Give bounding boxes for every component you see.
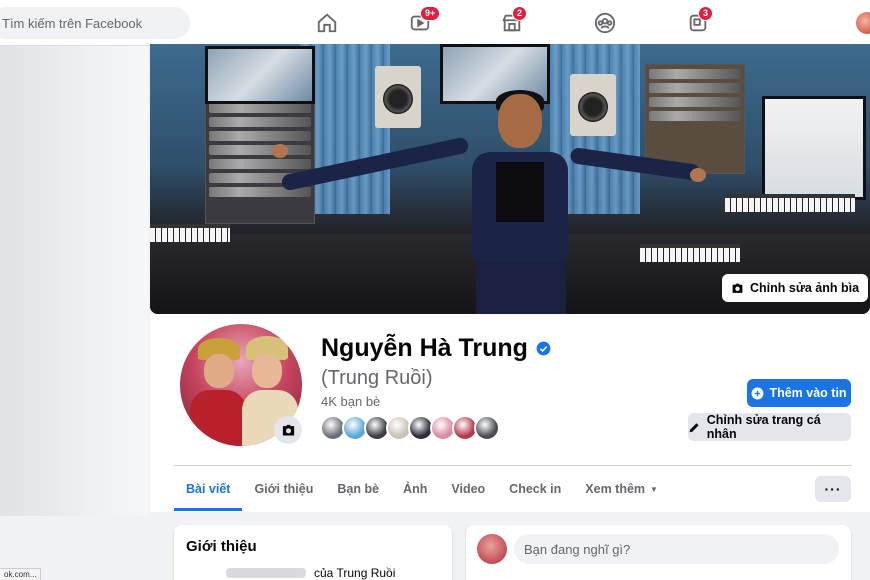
tab-label: Bài viết bbox=[186, 482, 231, 496]
profile-more-options-button[interactable]: ··· bbox=[815, 476, 851, 502]
marketplace-badge: 2 bbox=[512, 6, 528, 21]
caret-down-icon: ▼ bbox=[650, 484, 658, 494]
intro-title: Giới thiệu bbox=[186, 538, 257, 555]
tab-label: Video bbox=[451, 482, 486, 496]
camera-icon bbox=[732, 283, 743, 293]
profile-alternate-name: (Trung Ruồi) bbox=[321, 367, 433, 389]
profile-tabs: Bài viết Giới thiệu Bạn bè Ảnh Video Che… bbox=[174, 467, 670, 511]
more-options-icon: ··· bbox=[824, 481, 842, 497]
home-icon[interactable] bbox=[314, 10, 340, 36]
cover-keyboard bbox=[640, 244, 740, 262]
profile-name-text: Nguyễn Hà Trung bbox=[321, 334, 528, 362]
intro-line: của Trung Ruồi bbox=[186, 566, 446, 580]
status-bar-url: ok.com... bbox=[0, 568, 42, 580]
cover-hand bbox=[272, 144, 288, 158]
groups-icon[interactable] bbox=[592, 10, 618, 36]
tab-label: Xem thêm bbox=[585, 482, 646, 496]
cover-hand bbox=[690, 168, 706, 182]
search-placeholder: Tìm kiếm trên Facebook bbox=[2, 15, 143, 31]
tab-more[interactable]: Xem thêm ▼ bbox=[573, 467, 670, 511]
cover-speaker bbox=[375, 66, 421, 128]
edit-cover-label: Chỉnh sửa ảnh bìa bbox=[750, 281, 860, 295]
camera-icon bbox=[282, 424, 294, 435]
cover-keyboard bbox=[725, 194, 855, 212]
intro-line-text: của Trung Ruồi bbox=[314, 566, 396, 580]
cover-tape-machine bbox=[645, 64, 745, 174]
profile-name: Nguyễn Hà Trung bbox=[321, 334, 551, 363]
cover-equipment-rack bbox=[205, 84, 315, 224]
cover-keyboard bbox=[150, 224, 230, 242]
tab-videos[interactable]: Video bbox=[439, 467, 497, 511]
tab-label: Ảnh bbox=[403, 482, 428, 496]
blurred-text bbox=[226, 568, 306, 578]
intro-card: Giới thiệu của Trung Ruồi bbox=[174, 525, 452, 580]
tab-check-ins[interactable]: Check in bbox=[497, 467, 573, 511]
verified-badge-icon bbox=[536, 341, 551, 356]
tab-label: Giới thiệu bbox=[254, 482, 314, 496]
friends-count[interactable]: 4K bạn bè bbox=[321, 394, 380, 409]
tab-label: Check in bbox=[509, 482, 562, 496]
edit-cover-photo-button[interactable]: Chỉnh sửa ảnh bìa bbox=[722, 274, 869, 302]
gaming-icon[interactable]: 3 bbox=[685, 6, 714, 36]
watch-badge: 9+ bbox=[420, 6, 441, 21]
cover-monitor bbox=[205, 46, 315, 104]
post-composer: Bạn đang nghĩ gì? bbox=[466, 525, 851, 580]
edit-profile-button[interactable]: Chỉnh sửa trang cá nhân bbox=[688, 413, 851, 441]
pencil-icon bbox=[689, 422, 699, 432]
edit-profile-label: Chỉnh sửa trang cá nhân bbox=[706, 413, 821, 441]
tab-label: Bạn bè bbox=[337, 482, 380, 496]
cover-monitor bbox=[762, 96, 866, 200]
composer-placeholder: Bạn đang nghĩ gì? bbox=[524, 541, 631, 557]
friend-avatars bbox=[320, 415, 500, 441]
marketplace-icon[interactable]: 2 bbox=[499, 6, 528, 36]
tab-about[interactable]: Giới thiệu bbox=[242, 467, 325, 511]
composer-avatar[interactable] bbox=[477, 534, 507, 564]
gaming-badge: 3 bbox=[698, 6, 714, 21]
plus-circle-icon bbox=[751, 387, 764, 399]
left-column-blurred bbox=[0, 46, 148, 516]
top-navigation-bar: Tìm kiếm trên Facebook 9+ 2 3 bbox=[0, 0, 870, 46]
account-avatar[interactable] bbox=[856, 12, 870, 34]
search-input[interactable]: Tìm kiếm trên Facebook bbox=[0, 7, 190, 39]
watch-icon[interactable]: 9+ bbox=[407, 6, 441, 36]
update-profile-picture-button[interactable] bbox=[274, 416, 302, 444]
composer-input[interactable]: Bạn đang nghĩ gì? bbox=[514, 534, 839, 564]
add-to-story-button[interactable]: Thêm vào tin bbox=[747, 379, 851, 407]
tab-photos[interactable]: Ảnh bbox=[391, 467, 439, 511]
cover-person bbox=[450, 90, 590, 314]
tab-friends[interactable]: Bạn bè bbox=[325, 467, 391, 511]
add-to-story-label: Thêm vào tin bbox=[769, 386, 847, 400]
tab-posts[interactable]: Bài viết bbox=[174, 467, 243, 511]
friend-avatar[interactable] bbox=[474, 415, 500, 441]
header-divider bbox=[174, 465, 852, 466]
